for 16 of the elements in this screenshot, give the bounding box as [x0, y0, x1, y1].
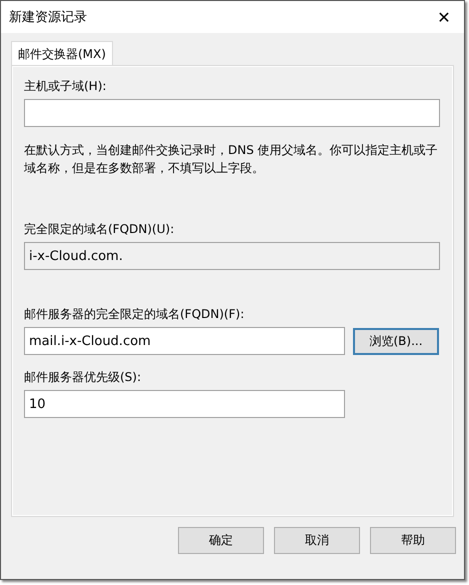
- dialog-button[interactable]: 取消: [274, 527, 360, 554]
- field-label: 完全限定的域名(FQDN)(U):: [24, 221, 176, 238]
- input-field[interactable]: mail.i-x-Cloud.com: [24, 327, 345, 355]
- field-label: 主机或子域(H):: [24, 78, 108, 95]
- tab[interactable]: 邮件交换器(MX): [11, 41, 113, 65]
- field-label: 邮件服务器优先级(S):: [24, 369, 142, 386]
- field-label: 邮件服务器的完全限定的域名(FQDN)(F):: [24, 306, 246, 323]
- input-field[interactable]: 10: [24, 390, 345, 418]
- close-button[interactable]: ✕: [424, 2, 464, 32]
- description-text: 在默认方式，当创建邮件交换记录时，DNS 使用父域名。你可以指定主机或子域名称，但是在多数部署，不填写以上字段。: [24, 142, 439, 177]
- window-title: 新建资源记录: [9, 9, 87, 26]
- input-field[interactable]: i-x-Cloud.com.: [24, 242, 440, 270]
- dialog-button[interactable]: 确定: [178, 527, 264, 554]
- browse-button[interactable]: 浏览(B)...: [353, 328, 439, 354]
- dialog-button[interactable]: 帮助: [370, 527, 456, 554]
- input-field[interactable]: [24, 99, 440, 127]
